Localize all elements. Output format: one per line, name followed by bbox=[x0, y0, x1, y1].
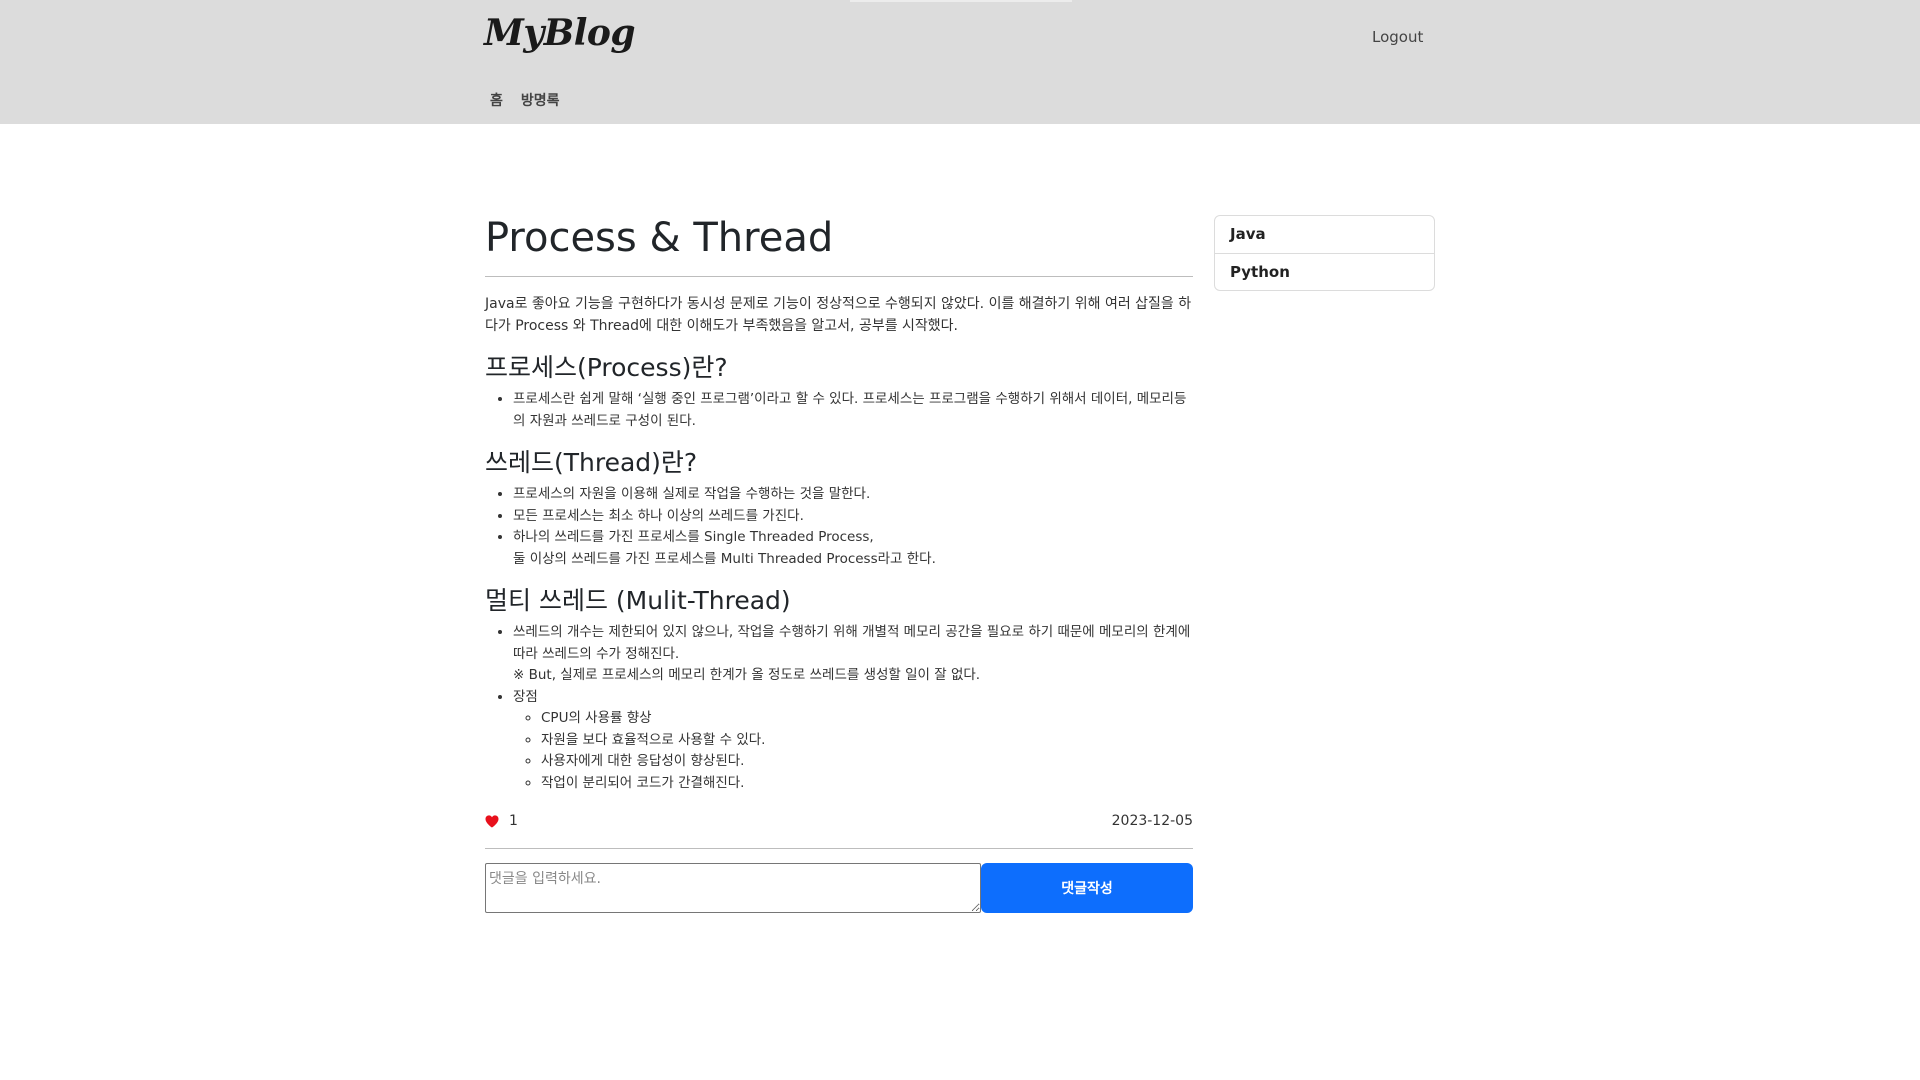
sublist-item: 사용자에게 대한 응답성이 향상된다. bbox=[541, 751, 1193, 773]
list-item: 쓰레드의 개수는 제한되어 있지 않으나, 작업을 수행하기 위해 개별적 메모… bbox=[513, 622, 1193, 687]
list-item: 프로세스란 쉽게 말해 ‘실행 중인 프로그램’이라고 할 수 있다. 프로세스… bbox=[513, 389, 1193, 432]
category-sidebar: Java Python bbox=[1214, 215, 1435, 291]
like-group: 1 bbox=[485, 813, 518, 829]
list-item-note: ※ But, 실제로 프로세스의 메모리 한계가 올 정도로 쓰레드를 생성할 … bbox=[513, 667, 981, 683]
post-intro: Java로 좋아요 기능을 구현하다가 동시성 문제로 기능이 정상적으로 수행… bbox=[485, 296, 1192, 334]
thread-list: 프로세스의 자원을 이용해 실제로 작업을 수행하는 것을 말한다. 모든 프로… bbox=[485, 484, 1193, 570]
sublist-item: 자원을 보다 효율적으로 사용할 수 있다. bbox=[541, 730, 1193, 752]
list-item: 하나의 쓰레드를 가진 프로세스를 Single Threaded Proces… bbox=[513, 527, 1193, 570]
advantages-sublist: CPU의 사용률 향상 자원을 보다 효율적으로 사용할 수 있다. 사용자에게… bbox=[513, 708, 1193, 794]
list-item-line: 하나의 쓰레드를 가진 프로세스를 Single Threaded Proces… bbox=[513, 529, 874, 545]
top-shadow-divider bbox=[850, 0, 1072, 2]
post-main: Process & Thread Java로 좋아요 기능을 구현하다가 동시성… bbox=[485, 212, 1193, 913]
logout-link[interactable]: Logout bbox=[1372, 28, 1423, 46]
nav-item-guestbook[interactable]: 방명록 bbox=[521, 90, 560, 110]
post-meta-row: 1 2023-12-05 bbox=[485, 808, 1193, 849]
list-item-line: 둘 이상의 쓰레드를 가진 프로세스를 Multi Threaded Proce… bbox=[513, 550, 936, 567]
like-count: 1 bbox=[509, 813, 518, 829]
site-logo[interactable]: MyBlog bbox=[484, 12, 636, 54]
category-item-python[interactable]: Python bbox=[1215, 253, 1434, 290]
category-item-java[interactable]: Java bbox=[1215, 216, 1434, 253]
main-nav: 홈 방명록 bbox=[490, 90, 560, 110]
section-heading-thread: 쓰레드(Thread)란? bbox=[485, 448, 698, 477]
list-item-label: 장점 bbox=[513, 688, 538, 705]
site-header: MyBlog Logout 홈 방명록 bbox=[0, 0, 1920, 124]
process-list: 프로세스란 쉽게 말해 ‘실행 중인 프로그램’이라고 할 수 있다. 프로세스… bbox=[485, 389, 1193, 432]
heart-icon[interactable] bbox=[485, 814, 499, 828]
post-title: Process & Thread bbox=[485, 212, 1193, 277]
sublist-item: 작업이 분리되어 코드가 간결해진다. bbox=[541, 773, 1193, 795]
list-item: 장점 CPU의 사용률 향상 자원을 보다 효율적으로 사용할 수 있다. 사용… bbox=[513, 687, 1193, 795]
list-item-line: 쓰레드의 개수는 제한되어 있지 않으나, 작업을 수행하기 위해 개별적 메모… bbox=[513, 624, 1191, 662]
list-item: 모든 프로세스는 최소 하나 이상의 쓰레드를 가진다. bbox=[513, 506, 1193, 528]
comment-input[interactable] bbox=[485, 863, 981, 913]
multithread-list: 쓰레드의 개수는 제한되어 있지 않으나, 작업을 수행하기 위해 개별적 메모… bbox=[485, 622, 1193, 794]
comment-form: 댓글작성 bbox=[485, 863, 1193, 913]
section-heading-multithread: 멀티 쓰레드 (Mulit-Thread) bbox=[485, 586, 791, 615]
sublist-item: CPU의 사용률 향상 bbox=[541, 708, 1193, 730]
nav-item-home[interactable]: 홈 bbox=[490, 90, 503, 110]
list-item: 프로세스의 자원을 이용해 실제로 작업을 수행하는 것을 말한다. bbox=[513, 484, 1193, 506]
comment-submit-button[interactable]: 댓글작성 bbox=[981, 863, 1193, 913]
section-heading-process: 프로세스(Process)란? bbox=[485, 353, 728, 382]
post-date: 2023-12-05 bbox=[1111, 813, 1193, 829]
